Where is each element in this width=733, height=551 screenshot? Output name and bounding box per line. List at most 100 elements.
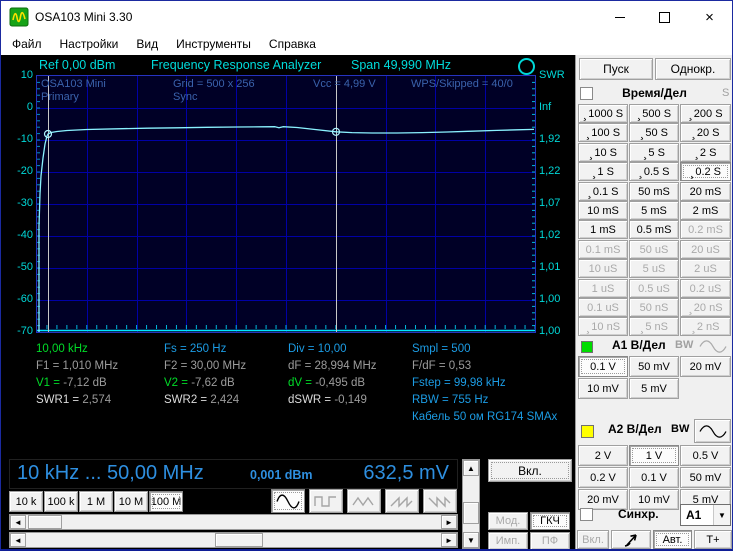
a1-volts-button-20-mv[interactable]: 20 mV — [680, 356, 731, 377]
waveform-sine-button[interactable] — [271, 489, 305, 513]
maximize-button[interactable] — [642, 1, 687, 33]
timebase-button-0-2-s[interactable]: ¸ 0.2 S — [680, 162, 731, 181]
mode-button-пф[interactable]: ПФ — [530, 532, 570, 549]
timebase-button-10-s[interactable]: ¸ 10 S — [578, 143, 628, 162]
mode-button-гкч[interactable]: ГКЧ — [530, 512, 570, 530]
band-button-100-m[interactable]: 100 M — [149, 491, 183, 512]
a2-volts-button-0-5-v[interactable]: 0.5 V — [680, 445, 731, 466]
timebase-button-50-ms[interactable]: 50 mS — [629, 182, 679, 201]
a2-volts-button-0-1-v[interactable]: 0.1 V — [629, 467, 679, 488]
timebase-button-2-s[interactable]: ¸ 2 S — [680, 143, 731, 162]
band-button-10-m[interactable]: 10 M — [114, 491, 148, 512]
output-on-button[interactable]: Вкл. — [488, 459, 572, 482]
fra-plot[interactable]: OSA103 Mini Primary Grid = 500 x 256 Syn… — [36, 75, 536, 333]
timebase-button-0-1-us[interactable]: 0.1 uS — [578, 298, 628, 317]
a2-bw-label: BW — [671, 423, 690, 435]
timebase-button-20-us[interactable]: 20 uS — [680, 240, 731, 259]
timebase-button-2-ns[interactable]: ¸ 2 nS — [680, 317, 731, 336]
button-label: 1 V — [645, 449, 663, 462]
scroll-right-icon[interactable]: ► — [441, 533, 457, 547]
level-scrollbar[interactable]: ◄ ► — [9, 532, 458, 548]
waveform-triangle-button[interactable] — [347, 489, 381, 513]
sync-on-button[interactable]: Вкл. — [577, 530, 609, 549]
power-readout: 0,001 dBm — [250, 468, 313, 482]
timebase-button-10-ns[interactable]: ¸ 10 nS — [578, 317, 628, 336]
timebase-button-100-s[interactable]: ¸ 100 S — [578, 123, 628, 142]
mode-button-мод-[interactable]: Мод. — [488, 512, 528, 530]
timebase-button-1000-s[interactable]: ¸ 1000 S — [578, 104, 628, 123]
amplitude-scrollbar-thumb[interactable] — [463, 502, 479, 524]
a1-volts-button-0-1-v[interactable]: 0.1 V — [578, 356, 628, 377]
start-button[interactable]: Пуск — [579, 58, 653, 80]
band-button-100-k[interactable]: 100 k — [44, 491, 78, 512]
timebase-button-0-1-s[interactable]: ¸ 0.1 S — [578, 182, 628, 201]
timebase-button-1-us[interactable]: 1 uS — [578, 279, 628, 298]
a1-volts-button-50-mv[interactable]: 50 mV — [629, 356, 679, 377]
timebase-button-10-us[interactable]: 10 uS — [578, 259, 628, 278]
timebase-button-20-ns[interactable]: ¸ 20 nS — [680, 298, 731, 317]
button-label: Мод. — [495, 515, 521, 527]
minimize-button[interactable] — [597, 1, 642, 33]
timebase-button-0-5-s[interactable]: ¸ 0.5 S — [629, 162, 679, 181]
trigger-polarity-button[interactable]: T+ — [694, 530, 732, 549]
sync-source-select[interactable]: A1 ▼ — [680, 504, 731, 526]
band-button-1-m[interactable]: 1 M — [79, 491, 113, 512]
timebase-button-5-s[interactable]: ¸ 5 S — [629, 143, 679, 162]
scroll-down-icon[interactable]: ▼ — [463, 532, 479, 548]
menu-item-4[interactable]: Справка — [260, 33, 325, 55]
timebase-button-0-1-ms[interactable]: 0.1 mS — [578, 240, 628, 259]
timebase-button-2-ms[interactable]: 2 mS — [680, 201, 731, 220]
timebase-button-0-2-ms[interactable]: 0.2 mS — [680, 220, 731, 239]
single-button[interactable]: Однокр. — [655, 58, 731, 80]
timebase-button-2-us[interactable]: 2 uS — [680, 259, 731, 278]
close-button[interactable]: × — [687, 1, 732, 33]
timebase-button-20-ms[interactable]: 20 mS — [680, 182, 731, 201]
timebase-button-0-5-ms[interactable]: 0.5 mS — [629, 220, 679, 239]
timebase-button-0-2-us[interactable]: 0.2 uS — [680, 279, 731, 298]
plot-grid-label: Grid = 500 x 256 — [173, 78, 255, 90]
scroll-up-icon[interactable]: ▲ — [463, 460, 479, 476]
mode-button-имп-[interactable]: Имп. — [488, 532, 528, 549]
timebase-button-1-ms[interactable]: 1 mS — [578, 220, 628, 239]
auto-trigger-button[interactable]: Авт. — [653, 530, 692, 549]
a1-volts-button-10-mv[interactable]: 10 mV — [578, 378, 628, 399]
timebase-button-50-ns[interactable]: 50 nS — [629, 298, 679, 317]
timebase-button-5-ns[interactable]: ¸ 5 nS — [629, 317, 679, 336]
timebase-button-1-s[interactable]: ¸ 1 S — [578, 162, 628, 181]
timebase-button-50-s[interactable]: ¸ 50 S — [629, 123, 679, 142]
amplitude-scrollbar[interactable]: ▲ ▼ — [462, 459, 480, 549]
a2-volts-button-0-2-v[interactable]: 0.2 V — [578, 467, 628, 488]
frequency-scrollbar[interactable]: ◄ ► — [9, 514, 458, 530]
readout-cell: RBW = 755 Hz — [412, 392, 576, 409]
timebase-button-50-us[interactable]: 50 uS — [629, 240, 679, 259]
waveform-sawtooth-up-button[interactable] — [385, 489, 419, 513]
menu-item-1[interactable]: Настройки — [51, 33, 128, 55]
waveform-square-button[interactable] — [309, 489, 343, 513]
trigger-edge-button[interactable] — [611, 530, 651, 549]
sync-checkbox[interactable] — [580, 508, 593, 521]
a2-volts-button-1-v[interactable]: 1 V — [629, 445, 679, 466]
scroll-right-icon[interactable]: ► — [441, 515, 457, 529]
menu-item-3[interactable]: Инструменты — [167, 33, 260, 55]
timebase-button-10-ms[interactable]: 10 mS — [578, 201, 628, 220]
timebase-button-5-ms[interactable]: 5 mS — [629, 201, 679, 220]
menu-item-2[interactable]: Вид — [127, 33, 167, 55]
band-button-10-k[interactable]: 10 k — [9, 491, 43, 512]
menu-item-0[interactable]: Файл — [3, 33, 51, 55]
a2-bw-button[interactable] — [694, 419, 731, 443]
scroll-left-icon[interactable]: ◄ — [10, 515, 26, 529]
readout-cell: dSWR = -0,149 — [288, 392, 410, 409]
timebase-button-5-us[interactable]: 5 uS — [629, 259, 679, 278]
scroll-left-icon[interactable]: ◄ — [10, 533, 26, 547]
level-scrollbar-thumb[interactable] — [215, 533, 263, 547]
timebase-button-500-s[interactable]: ¸ 500 S — [629, 104, 679, 123]
frequency-scrollbar-thumb[interactable] — [28, 515, 62, 529]
a2-volts-button-50-mv[interactable]: 50 mV — [680, 467, 731, 488]
timebase-button-200-s[interactable]: ¸ 200 S — [680, 104, 731, 123]
waveform-sawtooth-down-button[interactable] — [423, 489, 457, 513]
timebase-button-20-s[interactable]: ¸ 20 S — [680, 123, 731, 142]
timebase-button-0-5-us[interactable]: 0.5 uS — [629, 279, 679, 298]
a2-volts-button-2-v[interactable]: 2 V — [578, 445, 628, 466]
a1-volts-button-5-mv[interactable]: 5 mV — [629, 378, 679, 399]
button-label: 2 S — [699, 146, 717, 159]
